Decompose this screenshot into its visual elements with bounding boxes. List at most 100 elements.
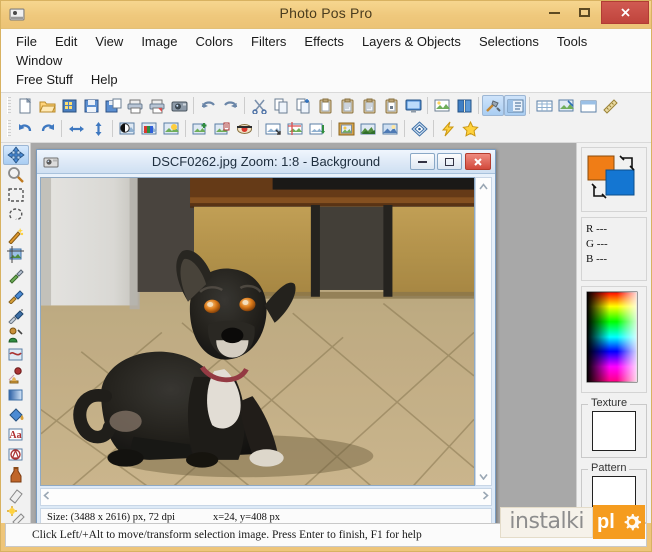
print-icon[interactable] [124,95,146,116]
picture-frame-icon[interactable] [335,118,357,139]
image-mask-icon[interactable] [555,95,577,116]
horizontal-scrollbar[interactable] [40,488,492,506]
rotate-right-icon[interactable] [36,118,58,139]
open-folder-icon[interactable] [36,95,58,116]
resize-image-icon[interactable] [262,118,284,139]
color-balance-icon[interactable] [138,118,160,139]
clone-brush-tool[interactable] [3,325,29,345]
menu-filters[interactable]: Filters [242,32,295,51]
crop-tool[interactable] [3,245,29,265]
book-icon[interactable] [453,95,475,116]
document-maximize-button[interactable] [437,153,462,170]
frame-icon [580,100,596,112]
photo-effect-icon[interactable] [379,118,401,139]
layer-properties-icon[interactable] [211,118,233,139]
redo-icon[interactable] [219,95,241,116]
save-as-icon[interactable] [102,95,124,116]
image-info-icon[interactable] [431,95,453,116]
collage-icon[interactable] [357,118,379,139]
camera-icon[interactable] [168,95,190,116]
add-layer-icon[interactable] [189,118,211,139]
print-preview-icon[interactable] [146,95,168,116]
ink-bottle-tool[interactable] [3,465,29,485]
maximize-button[interactable] [569,1,599,24]
enhance-photo-icon[interactable] [160,118,182,139]
texture-swatch[interactable] [592,411,636,451]
frame-icon[interactable] [577,95,599,116]
rectangular-select-tool[interactable] [3,185,29,205]
magic-wand-tool[interactable] [3,225,29,245]
text-tool[interactable]: Aa [3,425,29,445]
menu-file[interactable]: File [7,32,46,51]
toolbar-grip[interactable] [7,97,11,114]
new-file-icon [19,97,31,113]
lightning-icon[interactable] [437,118,459,139]
menu-view[interactable]: View [86,32,132,51]
rotate-left-icon[interactable] [14,118,36,139]
flip-horizontal-icon[interactable] [65,118,87,139]
paste-into-icon[interactable] [358,95,380,116]
menu-help[interactable]: Help [82,70,127,89]
scroll-left-button[interactable] [43,491,50,503]
document-minimize-button[interactable] [410,153,435,170]
retouch-brush-tool[interactable] [3,345,29,365]
menu-selections[interactable]: Selections [470,32,548,51]
tools-hammer-icon[interactable] [482,95,504,116]
brightness-contrast-icon[interactable] [116,118,138,139]
gradient-tool[interactable] [3,385,29,405]
paint-brush-tool[interactable] [3,285,29,305]
eyedropper-tool[interactable] [3,265,29,285]
close-button[interactable] [601,1,649,24]
scroll-right-button[interactable] [482,491,489,503]
open-from-grid-icon[interactable] [58,95,80,116]
undo-icon[interactable] [197,95,219,116]
scroll-down-button[interactable] [476,468,491,485]
minimize-button[interactable] [539,1,569,24]
crop-image-icon[interactable] [284,118,306,139]
clone-stamp-tool[interactable] [3,365,29,385]
move-transform-tool[interactable] [2,145,29,165]
toolbar-grip[interactable] [7,120,11,137]
menu-edit[interactable]: Edit [46,32,86,51]
screen-icon[interactable] [402,95,424,116]
red-eye-icon[interactable] [233,118,255,139]
eraser-tool[interactable] [3,485,29,505]
lasso-select-tool[interactable] [3,205,29,225]
menu-image[interactable]: Image [132,32,186,51]
color-spectrum-picker[interactable] [586,291,638,383]
airbrush-tool[interactable] [3,305,29,325]
copy-plus-icon[interactable] [292,95,314,116]
menu-colors[interactable]: Colors [186,32,242,51]
new-file-icon[interactable] [14,95,36,116]
batch-icon[interactable] [306,118,328,139]
image-canvas[interactable] [40,177,475,486]
cut-scissors-icon[interactable] [248,95,270,116]
paint-bucket-tool[interactable] [3,405,29,425]
flip-vertical-icon[interactable] [87,118,109,139]
properties-panel-icon[interactable] [504,95,526,116]
svg-text:Aa: Aa [9,430,21,441]
menu-effects[interactable]: Effects [295,32,353,51]
grid-table-icon[interactable] [533,95,555,116]
menu-layers-objects[interactable]: Layers & Objects [353,32,470,51]
zoom-tool[interactable] [3,165,29,185]
scroll-up-button[interactable] [476,178,491,195]
text-tool-icon: Aa [8,428,22,441]
paste-special-icon[interactable] [380,95,402,116]
star-favorite-icon[interactable] [459,118,481,139]
paste-icon[interactable] [314,95,336,116]
menu-window[interactable]: Window [7,51,71,70]
menu-tools[interactable]: Tools [548,32,596,51]
light-effect-tool[interactable] [3,505,29,525]
vector-shape-tool[interactable] [3,445,29,465]
document-close-button[interactable] [465,153,491,170]
workspace[interactable]: DSCF0262.jpg Zoom: 1:8 - Background Size… [31,143,576,523]
save-icon[interactable] [80,95,102,116]
vertical-scrollbar[interactable] [475,177,492,486]
menu-free-stuff[interactable]: Free Stuff [7,70,82,89]
copy-icon[interactable] [270,95,292,116]
foreground-background-swatch[interactable] [586,152,642,202]
diamond-info-icon[interactable] [408,118,430,139]
ruler-icon[interactable] [599,95,621,116]
paste-as-new-icon[interactable] [336,95,358,116]
